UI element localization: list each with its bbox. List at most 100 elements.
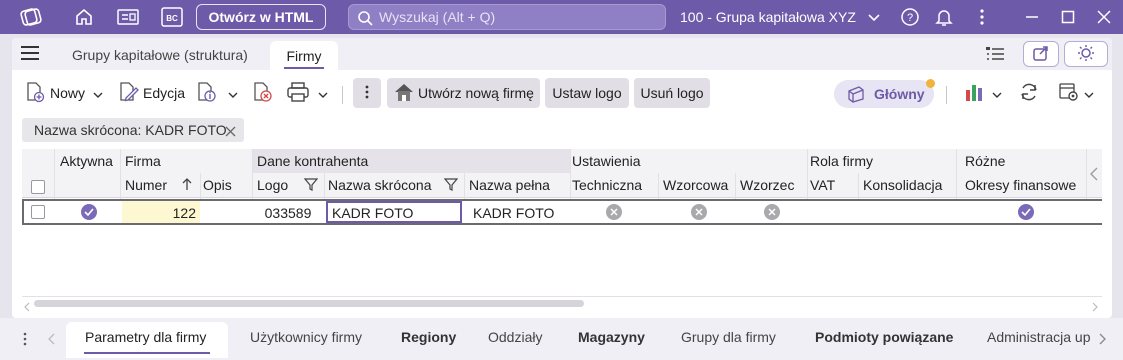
toolbar: Nowy Edycja Utwórz nową firmę Ustaw logo…: [12, 76, 1112, 112]
filter-icon[interactable]: [303, 178, 319, 194]
close-icon[interactable]: [1092, 5, 1116, 29]
svg-text:?: ?: [907, 12, 913, 24]
chevron-down-icon: [868, 9, 880, 25]
edit-button[interactable]: Edycja: [118, 78, 185, 108]
tab-podmioty-powiazane[interactable]: Podmioty powiązane: [815, 329, 953, 345]
col-header-okresy-finansowe[interactable]: Okresy finansowe: [965, 177, 1076, 193]
settings-button[interactable]: [1058, 78, 1094, 108]
filter-icon[interactable]: [443, 178, 459, 194]
tab-firmy[interactable]: Firmy: [270, 41, 338, 70]
divider: [946, 86, 947, 104]
chevron-down-icon[interactable]: [93, 85, 103, 101]
col-header-wzorcowa[interactable]: Wzorcowa: [663, 177, 728, 193]
share-button[interactable]: [1023, 41, 1059, 67]
company-selector[interactable]: 100 - Grupa kapitałowa XYZ: [680, 0, 880, 34]
tab-magazyny[interactable]: Magazyny: [578, 329, 645, 345]
help-icon[interactable]: ?: [898, 5, 922, 29]
tab-grupy-dla-firmy[interactable]: Grupy dla firmy: [681, 329, 776, 345]
main-window: Grupy kapitałowe (struktura) Firmy Nowy …: [12, 38, 1112, 318]
info-button[interactable]: [196, 78, 238, 108]
more-vertical-icon[interactable]: [970, 5, 994, 29]
close-icon[interactable]: [225, 124, 236, 140]
col-header-techniczna[interactable]: Techniczna: [572, 177, 642, 193]
tab-administracja[interactable]: Administracja up: [987, 329, 1091, 345]
col-group-ustawienia: Ustawienia: [572, 153, 641, 169]
cell-numer[interactable]: 122: [122, 203, 196, 223]
tab-oddzialy[interactable]: Oddziały: [488, 329, 542, 345]
bottom-tab-bar: Parametry dla firmy Użytkownicy firmy Re…: [0, 318, 1123, 360]
tab-grupy-kapitalowe[interactable]: Grupy kapitałowe (struktura): [72, 47, 248, 63]
create-company-button[interactable]: Utwórz nową firmę: [387, 78, 540, 108]
chevron-right-icon[interactable]: [1099, 332, 1106, 348]
chevron-left-icon[interactable]: [24, 299, 30, 315]
filter-chip-label: Nazwa skrócona: KADR FOTO: [34, 122, 227, 138]
gear-icon: [1058, 81, 1080, 106]
remove-logo-button[interactable]: Usuń logo: [634, 78, 710, 108]
col-header-nazwa-pelna[interactable]: Nazwa pełna: [469, 177, 550, 193]
check-icon: [1018, 204, 1034, 220]
set-logo-button[interactable]: Ustaw logo: [545, 78, 629, 108]
filter-chip[interactable]: Nazwa skrócona: KADR FOTO: [22, 118, 244, 142]
col-header-logo[interactable]: Logo: [257, 177, 288, 193]
more-vertical-icon[interactable]: [22, 331, 28, 350]
col-header-wzorzec[interactable]: Wzorzec: [740, 177, 794, 193]
home-icon[interactable]: [72, 5, 96, 29]
sort-up-icon[interactable]: [182, 177, 192, 194]
chevron-left-icon[interactable]: [1090, 167, 1098, 184]
more-button[interactable]: [353, 78, 381, 108]
x-circle-icon: [691, 204, 707, 220]
col-header-vat[interactable]: VAT: [810, 177, 835, 193]
bell-icon[interactable]: [932, 5, 956, 29]
tab-bar: Grupy kapitałowe (struktura) Firmy: [12, 38, 1112, 70]
active-tab-underline: [84, 352, 210, 354]
row-checkbox[interactable]: [31, 205, 45, 219]
search-icon: [357, 10, 373, 29]
title-bar: BC Otwórz w HTML Wyszukaj (Alt + Q) 100 …: [0, 0, 1123, 34]
cell-nazwa-pelna[interactable]: KADR FOTO: [473, 203, 554, 223]
edit-label: Edycja: [143, 85, 186, 101]
col-group-aktywna[interactable]: Aktywna: [60, 153, 113, 169]
theme-button[interactable]: [1064, 41, 1108, 67]
new-document-icon: [24, 81, 46, 106]
col-header-opis[interactable]: Opis: [203, 177, 232, 193]
col-header-nazwa-skrocona[interactable]: Nazwa skrócona: [328, 177, 432, 193]
tab-parametry-dla-firmy[interactable]: Parametry dla firmy: [85, 329, 206, 345]
bar-chart-icon: [964, 81, 986, 106]
chart-button[interactable]: [964, 78, 1002, 108]
new-label: Nowy: [50, 85, 86, 101]
print-button[interactable]: [286, 78, 328, 108]
create-company-label: Utwórz nową firmę: [418, 85, 534, 101]
chevron-down-icon[interactable]: [318, 85, 328, 101]
menu-icon[interactable]: [20, 45, 40, 64]
refresh-button[interactable]: [1018, 78, 1040, 108]
divider: [342, 86, 343, 104]
chevron-down-icon[interactable]: [992, 85, 1002, 101]
minimize-icon[interactable]: [1020, 5, 1044, 29]
col-header-konsolidacja[interactable]: Konsolidacja: [863, 177, 942, 193]
app-logo-icon[interactable]: [18, 4, 44, 30]
tab-uzytkownicy-firmy[interactable]: Użytkownicy firmy: [250, 329, 362, 345]
chevron-down-icon[interactable]: [1084, 85, 1094, 101]
x-circle-icon: [606, 204, 622, 220]
bc-icon[interactable]: BC: [160, 5, 184, 29]
horizontal-scrollbar[interactable]: [34, 300, 584, 307]
cell-logo[interactable]: 033589: [256, 203, 320, 223]
list-settings-icon[interactable]: [984, 44, 1006, 67]
chevron-down-icon[interactable]: [228, 85, 238, 101]
new-button[interactable]: Nowy: [24, 78, 103, 108]
delete-button[interactable]: [252, 78, 274, 108]
search-placeholder: Wyszukaj (Alt + Q): [379, 9, 496, 25]
chevron-right-icon[interactable]: [1092, 299, 1098, 315]
open-html-button[interactable]: Otwórz w HTML: [196, 4, 326, 30]
select-all-checkbox[interactable]: [31, 180, 45, 194]
search-input[interactable]: Wyszukaj (Alt + Q): [348, 4, 666, 30]
maximize-icon[interactable]: [1056, 5, 1080, 29]
col-group-dane-kontrahenta: Dane kontrahenta: [257, 153, 369, 169]
tab-regiony[interactable]: Regiony: [401, 329, 456, 345]
bulb-icon: [1076, 43, 1096, 66]
main-button[interactable]: Główny: [834, 80, 934, 108]
cell-nazwa-skrocona[interactable]: KADR FOTO: [332, 203, 413, 223]
chevron-left-icon[interactable]: [48, 332, 55, 348]
card-icon[interactable]: [116, 5, 140, 29]
col-header-numer[interactable]: Numer: [125, 177, 167, 193]
